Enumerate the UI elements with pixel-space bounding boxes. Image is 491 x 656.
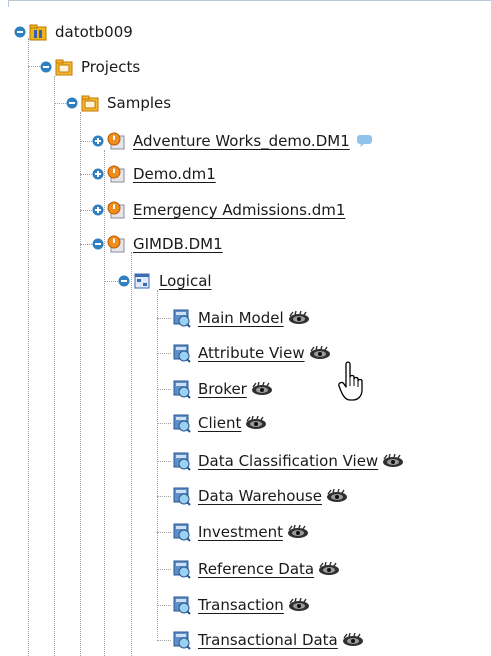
tree-node-samples[interactable]: Samples <box>66 91 171 115</box>
tree-label[interactable]: Reference Data <box>198 560 314 578</box>
hand-pointer-icon <box>338 360 368 404</box>
tree-label: Samples <box>107 94 172 112</box>
comment-bubble-icon[interactable] <box>356 134 374 148</box>
eye-icon[interactable] <box>382 454 404 468</box>
tree-node-submodel[interactable]: Transaction <box>171 593 310 617</box>
tree-node-model[interactable]: Demo.dm1 <box>92 162 216 186</box>
eye-icon[interactable] <box>287 525 309 539</box>
logical-model-icon <box>132 271 152 291</box>
model-file-icon <box>106 131 126 151</box>
tree-guide-line <box>131 252 132 656</box>
submodel-icon <box>171 630 191 650</box>
project-folder-icon <box>80 93 100 113</box>
tree-node-submodel[interactable]: Attribute View <box>171 341 331 365</box>
tree-branch-line <box>157 423 171 424</box>
tree-node-submodel[interactable]: Investment <box>171 520 309 544</box>
tree-branch-line <box>157 532 171 533</box>
tree-node-root[interactable]: datotb009 <box>14 20 133 44</box>
tree-label[interactable]: Client <box>198 414 241 432</box>
project-folder-icon <box>54 57 74 77</box>
tree-branch-line <box>157 461 171 462</box>
eye-icon[interactable] <box>288 311 310 325</box>
tree-node-logical[interactable]: Logical <box>118 269 212 293</box>
eye-icon[interactable] <box>309 346 331 360</box>
tree-node-submodel[interactable]: Data Warehouse <box>171 484 348 508</box>
tree-node-model[interactable]: Emergency Admissions.dm1 <box>92 198 345 222</box>
tree-node-model[interactable]: GIMDB.DM1 <box>92 232 223 256</box>
collapse-toggle-icon[interactable] <box>14 26 26 38</box>
model-file-icon <box>106 200 126 220</box>
tree-node-submodel[interactable]: Broker <box>171 377 273 401</box>
collapse-toggle-icon[interactable] <box>92 238 104 250</box>
panel-border <box>8 0 491 7</box>
tree-label[interactable]: Emergency Admissions.dm1 <box>133 201 345 219</box>
tree-label[interactable]: Data Warehouse <box>198 487 322 505</box>
expand-toggle-icon[interactable] <box>92 135 104 147</box>
tree-node-submodel[interactable]: Transactional Data <box>171 628 364 652</box>
tree-label[interactable]: Main Model <box>198 309 284 327</box>
tree-label[interactable]: Demo.dm1 <box>133 165 216 183</box>
tree-guide-line <box>80 112 81 656</box>
tree-label[interactable]: GIMDB.DM1 <box>133 235 223 253</box>
submodel-icon <box>171 486 191 506</box>
submodel-icon <box>171 559 191 579</box>
tree-label[interactable]: Investment <box>198 523 283 541</box>
eye-icon[interactable] <box>288 598 310 612</box>
tree-node-submodel[interactable]: Client <box>171 411 267 435</box>
submodel-icon <box>171 379 191 399</box>
expand-toggle-icon[interactable] <box>92 168 104 180</box>
tree-node-submodel[interactable]: Reference Data <box>171 557 340 581</box>
model-file-icon <box>106 234 126 254</box>
eye-icon[interactable] <box>342 633 364 647</box>
tree-node-projects[interactable]: Projects <box>40 55 140 79</box>
tree-node-submodel[interactable]: Data Classification View <box>171 449 404 473</box>
submodel-icon <box>171 413 191 433</box>
tree-branch-line <box>157 569 171 570</box>
tree-label: Projects <box>81 58 141 76</box>
tree-label[interactable]: Data Classification View <box>198 452 378 470</box>
tree-node-model[interactable]: Adventure Works_demo.DM1 <box>92 129 374 153</box>
tree-label[interactable]: Transactional Data <box>198 631 338 649</box>
tree-branch-line <box>157 640 171 641</box>
submodel-icon <box>171 308 191 328</box>
tree-guide-line <box>28 38 29 656</box>
expand-toggle-icon[interactable] <box>92 204 104 216</box>
tree-guide-line <box>104 150 105 656</box>
submodel-icon <box>171 343 191 363</box>
tree-node-submodel[interactable]: Main Model <box>171 306 310 330</box>
submodel-icon <box>171 595 191 615</box>
tree-branch-line <box>157 318 171 319</box>
tree-label[interactable]: Logical <box>159 272 212 290</box>
tree-branch-line <box>157 605 171 606</box>
tree-label[interactable]: Adventure Works_demo.DM1 <box>133 132 350 150</box>
submodel-icon <box>171 451 191 471</box>
tree-label[interactable]: Broker <box>198 380 247 398</box>
collapse-toggle-icon[interactable] <box>66 97 78 109</box>
tree-label: datotb009 <box>55 23 133 41</box>
tree-branch-line <box>157 389 171 390</box>
database-folder-icon <box>28 22 48 42</box>
submodel-icon <box>171 522 191 542</box>
tree-label[interactable]: Transaction <box>198 596 284 614</box>
collapse-toggle-icon[interactable] <box>118 275 130 287</box>
eye-icon[interactable] <box>245 416 267 430</box>
tree-guide-line <box>157 290 158 638</box>
tree-guide-line <box>54 76 55 656</box>
eye-icon[interactable] <box>251 382 273 396</box>
model-file-icon <box>106 164 126 184</box>
eye-icon[interactable] <box>318 562 340 576</box>
eye-icon[interactable] <box>326 489 348 503</box>
tree-branch-line <box>157 496 171 497</box>
tree-branch-line <box>157 353 171 354</box>
collapse-toggle-icon[interactable] <box>40 61 52 73</box>
tree-label[interactable]: Attribute View <box>198 344 305 362</box>
